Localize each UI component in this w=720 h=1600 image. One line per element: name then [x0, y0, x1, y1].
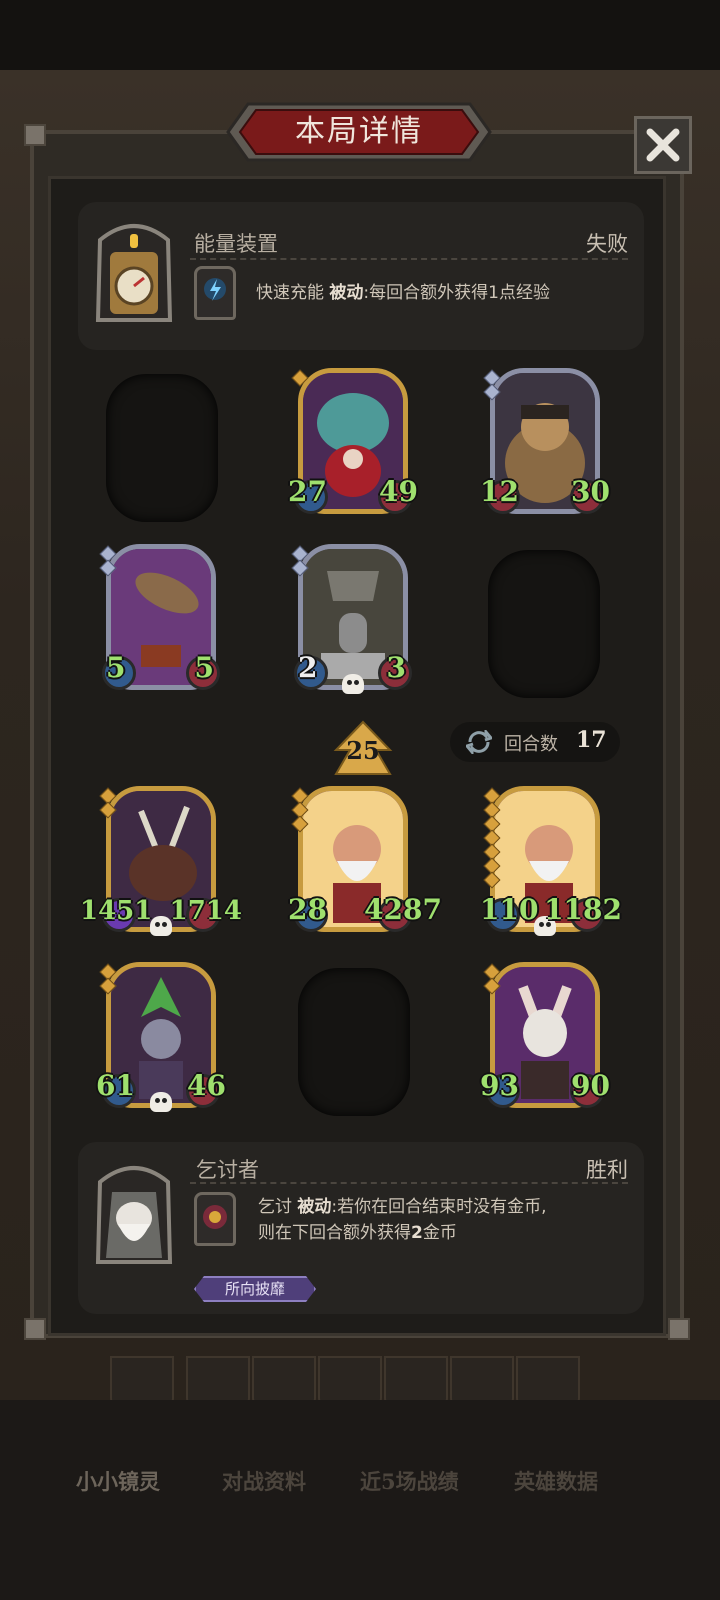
- divider: [190, 258, 628, 260]
- attack-value: 28: [288, 893, 327, 926]
- opponent-name: 能量装置: [194, 232, 278, 256]
- corner-rivet: [24, 124, 46, 146]
- title-badge: 所向披靡: [194, 1276, 316, 1302]
- ability-desc: 金币: [422, 1223, 457, 1243]
- health-value: 3: [386, 651, 406, 684]
- turn-label: 回合数: [504, 734, 558, 755]
- empty-slot: [298, 968, 410, 1116]
- health-value: 46: [187, 1069, 226, 1102]
- ability-desc: :每回合额外获得1点经验: [363, 283, 550, 303]
- health-value: 49: [379, 475, 418, 508]
- player-summary: 乞讨者 胜利 乞讨 被动:若你在回合结束时没有金币, 则在下回合额外获得2金币: [78, 1142, 644, 1314]
- title-badge-label: 所向披靡: [224, 1280, 285, 1298]
- empty-slot: [106, 374, 218, 522]
- refresh-icon: [466, 730, 492, 754]
- attack-value: 1451: [80, 896, 153, 926]
- minion-card[interactable]: 1451 1714: [80, 786, 242, 940]
- lightning-glyph: [204, 278, 226, 301]
- dialog-title: 本局详情: [295, 114, 423, 149]
- lightning-icon[interactable]: [194, 266, 236, 320]
- ability-desc: 则在下回合额外获得: [258, 1223, 411, 1243]
- minion-card[interactable]: 93 90: [480, 962, 610, 1116]
- player-ability: 乞讨 被动:若你在回合结束时没有金币, 则在下回合额外获得2金币: [258, 1194, 634, 1246]
- bottom-bar: [0, 1400, 720, 1600]
- minion-card[interactable]: 12 30: [480, 368, 610, 522]
- player-result: 胜利: [586, 1158, 628, 1182]
- health-value: 1182: [544, 893, 622, 926]
- coin-bag-icon[interactable]: [194, 1192, 236, 1246]
- health-value: 1714: [169, 896, 242, 926]
- health-value: 4287: [364, 893, 442, 926]
- attack-value: 61: [96, 1069, 135, 1102]
- attack-value: 27: [288, 475, 327, 508]
- corner-rivet: [24, 1318, 46, 1340]
- opponent-summary: 能量装置 失败 快速充能 被动:每回合额外获得1点经验: [78, 202, 644, 350]
- attack-value: 110: [480, 893, 539, 926]
- minion-card[interactable]: 110 1182: [480, 786, 622, 940]
- tab-battle-data[interactable]: 对战资料: [222, 1466, 306, 1496]
- tab-mini-spirit[interactable]: 小小镜灵: [76, 1466, 160, 1496]
- opponent-result: 失败: [586, 232, 628, 256]
- player-name: 乞讨者: [196, 1158, 259, 1182]
- minion-card[interactable]: 61 46: [96, 962, 226, 1116]
- corner-rivet: [668, 1318, 690, 1340]
- ability-name: 快速充能: [256, 283, 324, 303]
- close-button[interactable]: [628, 110, 698, 180]
- ability-number: 2: [411, 1223, 423, 1243]
- turn-value: 17: [576, 727, 607, 753]
- ability-type: 被动: [297, 1197, 332, 1217]
- tab-hero-data[interactable]: 英雄数据: [514, 1466, 598, 1496]
- ability-desc: :若你在回合结束时没有金币,: [331, 1197, 547, 1217]
- divider: [190, 1182, 628, 1184]
- attack-value: 5: [106, 651, 126, 684]
- health-value: 90: [571, 1069, 610, 1102]
- coin-bag-glyph: [203, 1205, 227, 1229]
- tavern-level: 25: [346, 736, 380, 765]
- skull-icon: [342, 674, 364, 694]
- ability-type: 被动: [329, 283, 364, 303]
- attack-value: 2: [298, 651, 318, 684]
- player-portrait[interactable]: [90, 1158, 178, 1268]
- minion-card[interactable]: 28 4287: [288, 786, 442, 940]
- attack-value: 93: [480, 1069, 519, 1102]
- ability-name: 乞讨: [258, 1197, 292, 1217]
- attack-value: 12: [480, 475, 519, 508]
- minion-card[interactable]: 5 5: [99, 544, 220, 698]
- opponent-portrait[interactable]: [90, 216, 178, 326]
- opponent-ability: 快速充能 被动:每回合额外获得1点经验: [256, 280, 636, 306]
- minion-card[interactable]: 27 49: [288, 368, 418, 522]
- health-value: 5: [194, 651, 214, 684]
- skull-icon: [150, 1092, 172, 1112]
- minion-card[interactable]: 2 3: [291, 544, 412, 698]
- close-icon: [646, 128, 680, 162]
- dialog-title-plate: 本局详情: [226, 102, 492, 162]
- health-value: 30: [571, 475, 610, 508]
- tab-recent-matches[interactable]: 近5场战绩: [360, 1466, 459, 1496]
- empty-slot: [488, 550, 600, 698]
- turn-counter: 回合数 17: [450, 722, 620, 762]
